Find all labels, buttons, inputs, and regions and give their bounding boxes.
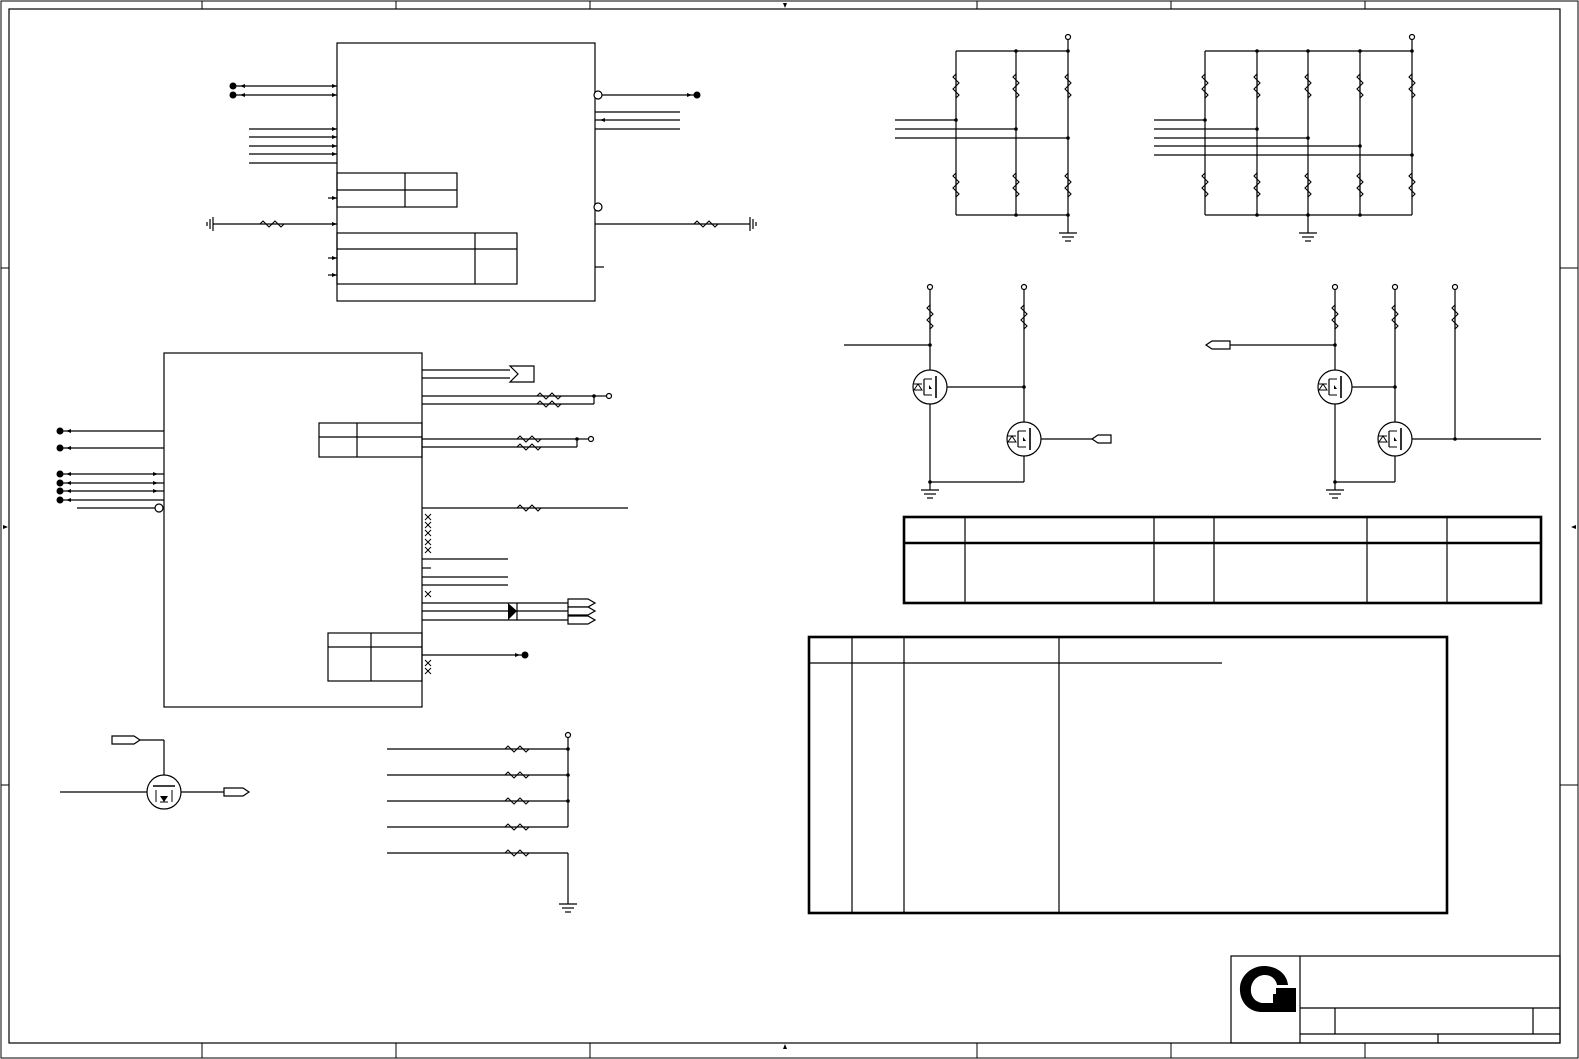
config-table-1 bbox=[902, 515, 1543, 605]
revision-table bbox=[807, 635, 1449, 915]
schematic-sheet bbox=[0, 0, 1579, 1059]
resistor-divider-array-1 bbox=[895, 33, 1078, 242]
mosfet-pair-2 bbox=[1204, 283, 1541, 499]
ic-block-upper bbox=[206, 42, 757, 302]
resistor-bank-pullup bbox=[387, 731, 578, 913]
mosfet-pair-1 bbox=[844, 283, 1112, 499]
company-logo-icon bbox=[1239, 966, 1296, 1012]
mosfet-switch-bottom-left bbox=[60, 735, 251, 810]
sheet-border bbox=[0, 0, 1579, 1059]
resistor-divider-array-2 bbox=[1154, 33, 1416, 242]
ic-block-lower bbox=[56, 352, 628, 708]
